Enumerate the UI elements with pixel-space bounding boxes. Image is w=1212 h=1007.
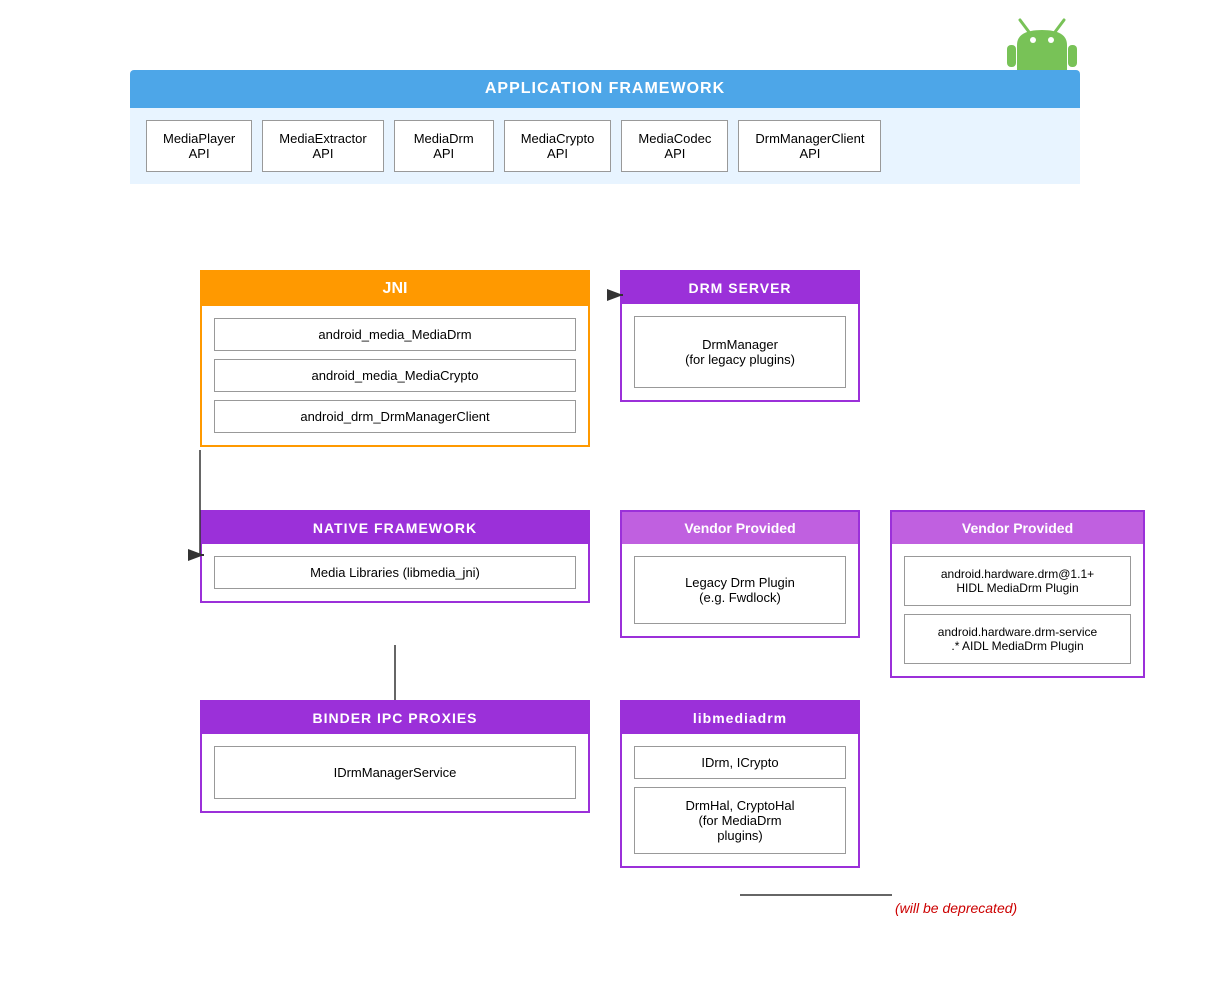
jni-item-drmmanager: android_drm_DrmManagerClient (214, 400, 576, 433)
app-framework-body: MediaPlayerAPI MediaExtractorAPI MediaDr… (130, 108, 1080, 184)
api-box-drmmanagerclient: DrmManagerClientAPI (738, 120, 881, 172)
api-box-mediacrypto: MediaCryptoAPI (504, 120, 612, 172)
aidl-plugin-item: android.hardware.drm-service.* AIDL Medi… (904, 614, 1131, 664)
vendor1-box: Vendor Provided Legacy Drm Plugin(e.g. F… (620, 510, 860, 638)
idrm-manager-service-item: IDrmManagerService (214, 746, 576, 799)
hidl-plugin-item: android.hardware.drm@1.1+HIDL MediaDrm P… (904, 556, 1131, 606)
vendor1-title: Vendor Provided (622, 512, 858, 544)
app-framework-title: APPLICATION FRAMEWORK (130, 70, 1080, 108)
drm-server-body: DrmManager(for legacy plugins) (622, 304, 858, 400)
libmedia-box: libmediadrm IDrm, ICrypto DrmHal, Crypto… (620, 700, 860, 868)
api-box-mediadrm: MediaDrmAPI (394, 120, 494, 172)
jni-body: android_media_MediaDrm android_media_Med… (202, 306, 588, 445)
jni-item-mediadrm: android_media_MediaDrm (214, 318, 576, 351)
native-framework-body: Media Libraries (libmedia_jni) (202, 544, 588, 601)
jni-item-mediacrypto: android_media_MediaCrypto (214, 359, 576, 392)
native-framework-box: NATIVE FRAMEWORK Media Libraries (libmed… (200, 510, 590, 603)
api-box-mediaextractor: MediaExtractorAPI (262, 120, 383, 172)
vendor2-title: Vendor Provided (892, 512, 1143, 544)
media-libraries-item: Media Libraries (libmedia_jni) (214, 556, 576, 589)
deprecated-text: (will be deprecated) (895, 900, 1017, 916)
native-framework-title: NATIVE FRAMEWORK (202, 512, 588, 544)
jni-box: JNI android_media_MediaDrm android_media… (200, 270, 590, 447)
api-box-mediaplayer: MediaPlayerAPI (146, 120, 252, 172)
legacy-drm-item: Legacy Drm Plugin(e.g. Fwdlock) (634, 556, 846, 624)
drm-manager-item: DrmManager(for legacy plugins) (634, 316, 846, 388)
libmedia-title: libmediadrm (622, 702, 858, 734)
vendor2-body: android.hardware.drm@1.1+HIDL MediaDrm P… (892, 544, 1143, 676)
binder-title: BINDER IPC PROXIES (202, 702, 588, 734)
idrm-icrypto-item: IDrm, ICrypto (634, 746, 846, 779)
api-box-mediacodec: MediaCodecAPI (621, 120, 728, 172)
binder-body: IDrmManagerService (202, 734, 588, 811)
drm-server-box: DRM SERVER DrmManager(for legacy plugins… (620, 270, 860, 402)
vendor1-body: Legacy Drm Plugin(e.g. Fwdlock) (622, 544, 858, 636)
libmedia-body: IDrm, ICrypto DrmHal, CryptoHal(for Medi… (622, 734, 858, 866)
binder-box: BINDER IPC PROXIES IDrmManagerService (200, 700, 590, 813)
app-framework-section: APPLICATION FRAMEWORK MediaPlayerAPI Med… (130, 70, 1080, 184)
drmhal-cryptohal-item: DrmHal, CryptoHal(for MediaDrmplugins) (634, 787, 846, 854)
diagram-container: APPLICATION FRAMEWORK MediaPlayerAPI Med… (0, 0, 1212, 1007)
jni-title: JNI (202, 272, 588, 306)
drm-server-title: DRM SERVER (622, 272, 858, 304)
vendor2-box: Vendor Provided android.hardware.drm@1.1… (890, 510, 1145, 678)
